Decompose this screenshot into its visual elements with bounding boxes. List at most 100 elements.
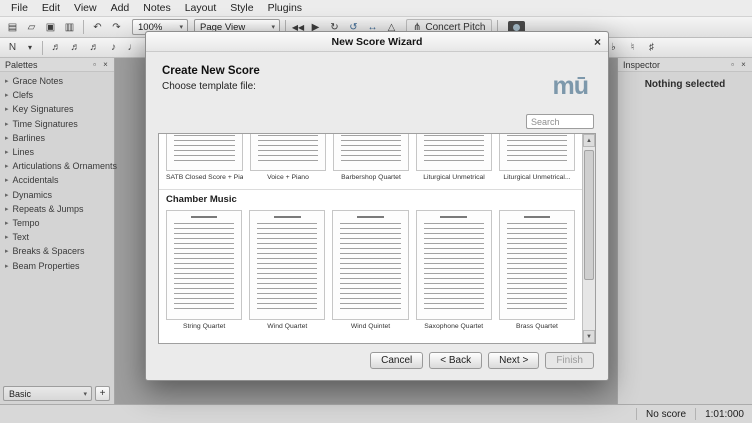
close-icon[interactable]: × [594, 32, 601, 52]
expand-arrow-icon: ▸ [5, 219, 9, 227]
palette-item-accidentals[interactable]: ▸Accidentals [0, 173, 114, 187]
expand-arrow-icon: ▸ [5, 262, 9, 270]
template-card-wind-quintet[interactable]: Wind Quintet [332, 210, 408, 333]
menu-add[interactable]: Add [104, 0, 137, 16]
template-preview [499, 210, 575, 320]
close-panel-icon[interactable]: × [100, 59, 111, 70]
expand-arrow-icon: ▸ [5, 162, 9, 170]
cancel-button[interactable]: Cancel [370, 352, 423, 369]
float-panel-icon[interactable]: ▫ [89, 59, 100, 70]
expand-arrow-icon: ▸ [5, 77, 9, 85]
template-card-satb-closed-piano[interactable]: SATB Closed Score + Piano [166, 134, 243, 184]
template-label: Liturgical Unmetrical... [499, 171, 575, 184]
template-preview [499, 134, 575, 171]
status-bar: No score 1:01:000 [0, 404, 752, 423]
new-score-icon[interactable]: ▤ [4, 19, 21, 35]
template-list: SATB Closed Score + Piano Voice + Piano … [158, 133, 596, 344]
palette-item-time-signatures[interactable]: ▸Time Signatures [0, 117, 114, 131]
scroll-up-icon[interactable]: ▲ [583, 134, 595, 147]
template-label: Liturgical Unmetrical [416, 171, 492, 184]
palette-item-dynamics[interactable]: ▸Dynamics [0, 188, 114, 202]
next-button[interactable]: Next > [488, 352, 539, 369]
palette-label: Text [13, 232, 30, 242]
toolbar-separator [83, 20, 84, 34]
menu-bar: File Edit View Add Notes Layout Style Pl… [0, 0, 752, 17]
workspace-selector-row: Basic ▾ + [3, 386, 110, 401]
palette-label: Key Signatures [13, 104, 74, 114]
dialog-heading: Create New Score [162, 65, 260, 77]
expand-arrow-icon: ▸ [5, 120, 9, 128]
dialog-titlebar[interactable]: New Score Wizard × [146, 32, 608, 52]
palette-item-grace-notes[interactable]: ▸Grace Notes [0, 74, 114, 88]
template-label: Brass Quartet [499, 320, 575, 333]
accidental-sharp-icon[interactable]: ♯ [643, 40, 660, 56]
duration-quarter-icon[interactable]: ♩ [124, 40, 141, 56]
duration-32nd-icon[interactable]: ♬ [67, 40, 84, 56]
duration-16th-icon[interactable]: ♬ [86, 40, 103, 56]
musescore-logo: mū [553, 72, 589, 101]
redo-icon[interactable]: ↷ [108, 19, 125, 35]
chevron-down-icon[interactable]: ▾ [23, 40, 37, 56]
palette-item-repeats-jumps[interactable]: ▸Repeats & Jumps [0, 202, 114, 216]
add-workspace-button[interactable]: + [95, 386, 110, 401]
palette-label: Beam Properties [13, 261, 80, 271]
palette-item-barlines[interactable]: ▸Barlines [0, 131, 114, 145]
scroll-down-icon[interactable]: ▼ [583, 330, 595, 343]
template-card-brass-quartet[interactable]: Brass Quartet [499, 210, 575, 333]
palette-item-tempo[interactable]: ▸Tempo [0, 216, 114, 230]
palette-label: Barlines [13, 133, 46, 143]
palette-item-text[interactable]: ▸ Text [0, 230, 114, 244]
palette-item-beam-properties[interactable]: ▸ Beam Properties [0, 258, 114, 272]
workspace-select[interactable]: Basic ▾ [3, 386, 92, 401]
template-card-liturgical-unmetrical[interactable]: Liturgical Unmetrical [416, 134, 492, 184]
menu-plugins[interactable]: Plugins [261, 0, 309, 16]
palette-item-breaks-spacers[interactable]: ▸ Breaks & Spacers [0, 244, 114, 258]
inspector-title: Inspector [623, 60, 660, 70]
template-viewport: SATB Closed Score + Piano Voice + Piano … [159, 134, 582, 343]
template-label: Wind Quintet [332, 320, 408, 333]
expand-arrow-icon: ▸ [5, 233, 9, 241]
open-file-icon[interactable]: ▱ [23, 19, 40, 35]
close-panel-icon[interactable]: × [738, 59, 749, 70]
template-preview [416, 210, 492, 320]
template-card-saxophone-quartet[interactable]: Saxophone Quartet [416, 210, 492, 333]
expand-arrow-icon: ▸ [5, 148, 9, 156]
menu-style[interactable]: Style [223, 0, 260, 16]
palette-item-clefs[interactable]: ▸Clefs [0, 88, 114, 102]
finish-button[interactable]: Finish [545, 352, 594, 369]
template-card-wind-quartet[interactable]: Wind Quartet [249, 210, 325, 333]
template-card-string-quartet[interactable]: String Quartet [166, 210, 242, 333]
dialog-subheading: Choose template file: [162, 81, 256, 92]
palette-item-articulations[interactable]: ▸Articulations & Ornaments [0, 159, 114, 173]
menu-notes[interactable]: Notes [136, 0, 177, 16]
back-button[interactable]: < Back [429, 352, 482, 369]
template-card-liturgical-unmetrical-long[interactable]: Liturgical Unmetrical... [499, 134, 575, 184]
palettes-title: Palettes [5, 60, 38, 70]
template-scrollbar[interactable]: ▲ ▼ [582, 134, 595, 343]
template-search-input[interactable] [526, 114, 594, 129]
template-preview [166, 210, 242, 320]
menu-edit[interactable]: Edit [35, 0, 67, 16]
template-preview [333, 134, 409, 171]
duration-64th-icon[interactable]: ♬ [48, 40, 65, 56]
expand-arrow-icon: ▸ [5, 247, 9, 255]
palette-item-key-signatures[interactable]: ▸Key Signatures [0, 102, 114, 116]
template-card-barbershop-quartet[interactable]: Barbershop Quartet [333, 134, 409, 184]
accidental-natural-icon[interactable]: ♮ [624, 40, 641, 56]
print-icon[interactable]: ▥ [61, 19, 78, 35]
save-icon[interactable]: ▣ [42, 19, 59, 35]
palette-label: Repeats & Jumps [13, 204, 84, 214]
menu-layout[interactable]: Layout [178, 0, 224, 16]
float-panel-icon[interactable]: ▫ [727, 59, 738, 70]
palette-item-lines[interactable]: ▸Lines [0, 145, 114, 159]
template-card-voice-piano[interactable]: Voice + Piano [250, 134, 326, 184]
template-preview [166, 134, 243, 171]
palette-label: Breaks & Spacers [13, 246, 85, 256]
score-status: No score [646, 409, 686, 420]
undo-icon[interactable]: ↶ [89, 19, 106, 35]
scrollbar-thumb[interactable] [584, 150, 594, 280]
note-input-mode-button[interactable]: N [4, 40, 21, 56]
menu-file[interactable]: File [4, 0, 35, 16]
duration-eighth-icon[interactable]: ♪ [105, 40, 122, 56]
menu-view[interactable]: View [67, 0, 104, 16]
